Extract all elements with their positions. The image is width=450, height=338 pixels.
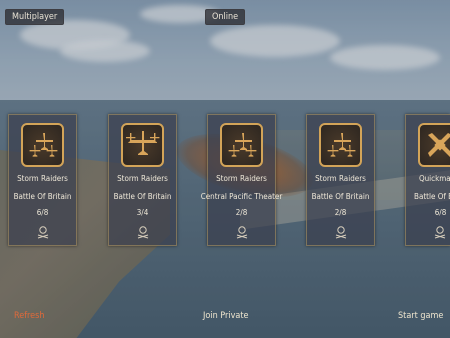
lobby-player-count: 2/8 — [235, 208, 248, 217]
lobby-map: Battle Of Britain — [113, 192, 172, 201]
lobby-card[interactable]: Quickmatch Battle Of Britain 6/8 — [405, 114, 450, 246]
lobby-player-count: 6/8 — [36, 208, 49, 217]
skull-crossbones-icon — [335, 226, 347, 239]
lobby-mode: Quickmatch — [418, 174, 450, 183]
online-status-label: Online — [212, 12, 239, 22]
lobby-card[interactable]: Storm Raiders Battle Of Britain 2/8 — [306, 114, 375, 246]
lobby-map: Battle Of Britain — [311, 192, 370, 201]
lobby-card[interactable]: Storm Raiders Central Pacific Theater 2/… — [201, 114, 282, 246]
skull-crossbones-icon — [236, 226, 248, 239]
lobby-card[interactable]: Storm Raiders Battle Of Britain 6/8 — [8, 114, 77, 246]
multiplayer-tab[interactable]: Multiplayer — [5, 9, 65, 25]
three-planes-icon — [319, 123, 362, 167]
skull-crossbones-icon — [434, 226, 446, 239]
lobby-mode: Storm Raiders — [117, 174, 168, 183]
multiplayer-tab-label: Multiplayer — [12, 12, 58, 22]
lobby-map: Central Pacific Theater — [200, 192, 283, 201]
start-game-button[interactable]: Start game — [398, 311, 443, 321]
lobby-map: Battle Of Britain — [13, 192, 72, 201]
refresh-button[interactable]: Refresh — [14, 311, 45, 321]
lobby-player-count: 3/4 — [136, 208, 149, 217]
three-planes-icon — [21, 123, 64, 167]
lobby-player-count: 2/8 — [334, 208, 347, 217]
join-private-button[interactable]: Join Private — [203, 311, 249, 321]
three-planes-icon — [220, 123, 263, 167]
online-status-tab[interactable]: Online — [205, 9, 246, 25]
three-planes-large-icon — [121, 123, 164, 167]
lobby-card[interactable]: Storm Raiders Battle Of Britain 3/4 — [108, 114, 177, 246]
lobby-map: Battle Of Britain — [414, 192, 450, 201]
skull-crossbones-icon — [37, 226, 49, 239]
lobby-mode: Storm Raiders — [315, 174, 366, 183]
lobby-mode: Storm Raiders — [17, 174, 68, 183]
lobby-mode: Storm Raiders — [216, 174, 267, 183]
lobby-player-count: 6/8 — [434, 208, 447, 217]
skull-crossbones-icon — [137, 226, 149, 239]
crossed-planes-icon — [418, 123, 450, 167]
